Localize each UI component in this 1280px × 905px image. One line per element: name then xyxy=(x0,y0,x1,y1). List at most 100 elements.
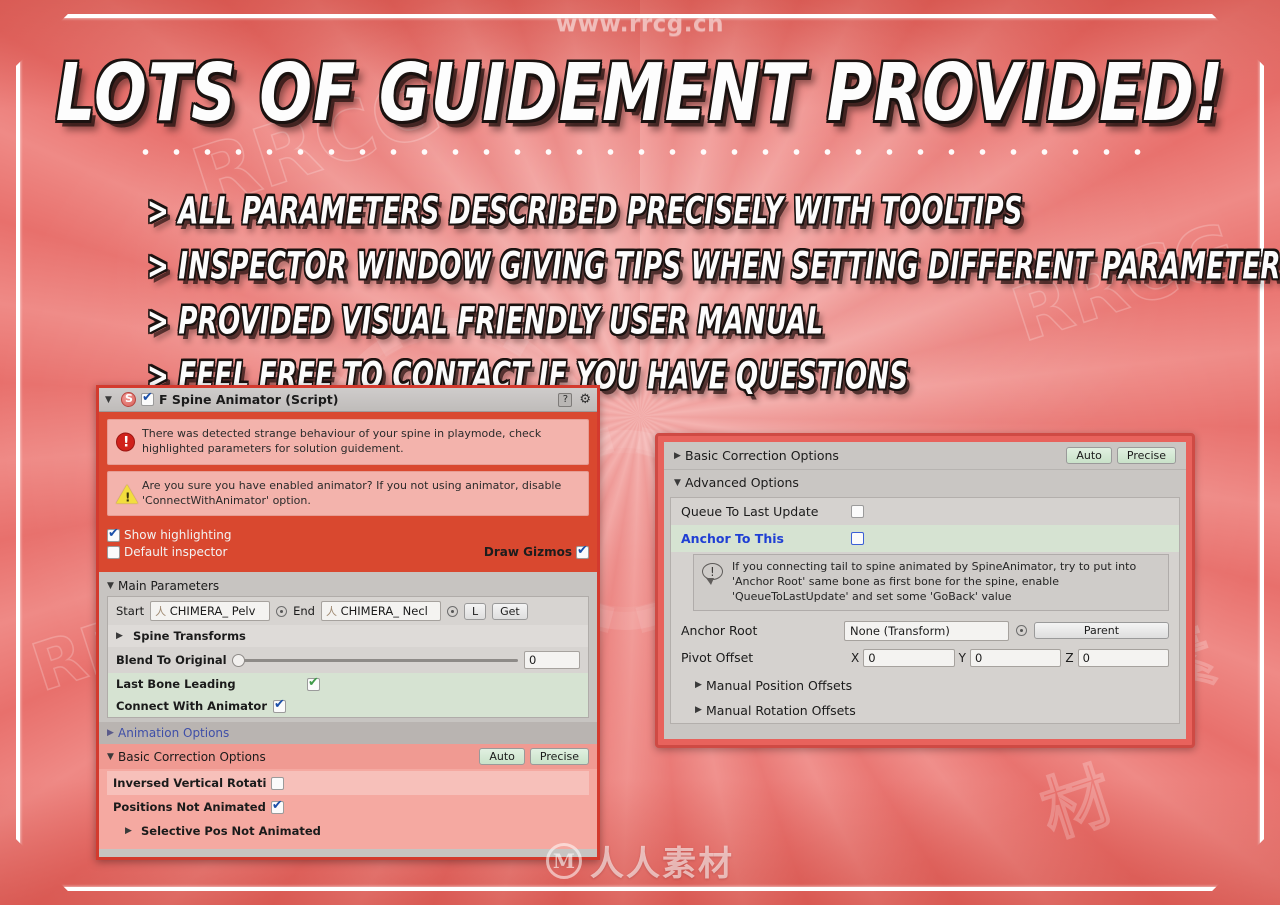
start-value: CHIMERA_ Pelv xyxy=(169,604,256,619)
anchor-root-row[interactable]: Anchor Root None (Transform) Parent xyxy=(671,615,1179,647)
manual-rotation-offsets-label: Manual Rotation Offsets xyxy=(706,702,856,718)
error-icon xyxy=(116,432,135,452)
warning-icon xyxy=(116,484,138,505)
foldout-arrow-icon[interactable]: ▼ xyxy=(107,752,118,762)
script-icon xyxy=(121,392,136,407)
l-button[interactable]: L xyxy=(463,602,487,620)
queue-to-last-update-checkbox[interactable] xyxy=(851,505,864,518)
selective-pos-not-animated-row[interactable]: ▶ Selective Pos Not Animated xyxy=(107,819,589,843)
bullet-item: > PROVIDED VISUAL FRIENDLY USER MANUAL xyxy=(147,300,824,344)
manual-position-offsets-label: Manual Position Offsets xyxy=(706,677,853,693)
advanced-options-group: Queue To Last Update Anchor To This If y… xyxy=(670,497,1180,724)
end-picker-icon[interactable] xyxy=(446,605,458,617)
get-button[interactable]: Get xyxy=(492,602,528,620)
default-inspector-row[interactable]: Default inspector Draw Gizmos xyxy=(107,543,589,560)
foldout-arrow-icon[interactable]: ▼ xyxy=(107,581,118,591)
start-end-row[interactable]: Start 人 CHIMERA_ Pelv End 人 CHIMERA_ Nec… xyxy=(108,597,588,625)
show-highlighting-row[interactable]: Show highlighting xyxy=(107,526,589,542)
right-inspector-panel[interactable]: ▶ Basic Correction Options Auto Precise … xyxy=(655,433,1195,748)
last-bone-leading-row[interactable]: Last Bone Leading xyxy=(108,673,588,696)
blend-to-original-slider[interactable] xyxy=(231,653,518,667)
foldout-arrow-icon[interactable]: ▼ xyxy=(105,395,116,405)
inversed-vertical-rotation-label: Inversed Vertical Rotati xyxy=(113,776,267,791)
default-inspector-checkbox[interactable] xyxy=(107,545,120,559)
right-inspector-content: ▶ Basic Correction Options Auto Precise … xyxy=(664,442,1186,739)
main-parameters-header[interactable]: ▼ Main Parameters xyxy=(99,576,597,596)
left-panel-body: ▼ Main Parameters Start 人 CHIMERA_ Pelv … xyxy=(99,572,597,850)
start-label: Start xyxy=(116,604,145,619)
precise-button[interactable]: Precise xyxy=(529,748,589,766)
start-picker-icon[interactable] xyxy=(276,605,288,617)
bullet-item: > ALL PARAMETERS DESCRIBED PRECISELY WIT… xyxy=(147,190,1023,234)
basic-correction-options-body: Inversed Vertical Rotati Positions Not A… xyxy=(99,769,597,850)
rp-basic-correction-header[interactable]: ▶ Basic Correction Options Auto Precise xyxy=(664,442,1186,469)
inversed-vertical-rotation-checkbox[interactable] xyxy=(271,776,285,790)
foldout-arrow-icon[interactable]: ▶ xyxy=(695,705,706,715)
component-title: F Spine Animator (Script) xyxy=(159,392,339,407)
foldout-arrow-icon[interactable]: ▶ xyxy=(674,451,685,461)
pivot-offset-x-field[interactable]: 0 xyxy=(863,648,955,667)
pivot-offset-label: Pivot Offset xyxy=(681,650,754,666)
foldout-arrow-icon[interactable]: ▼ xyxy=(674,478,685,488)
warning-message-text: Are you sure you have enabled animator? … xyxy=(142,478,562,507)
precise-button[interactable]: Precise xyxy=(1116,447,1176,464)
last-bone-leading-checkbox[interactable] xyxy=(307,675,320,691)
component-enabled-checkbox[interactable] xyxy=(141,390,154,406)
slider-handle[interactable] xyxy=(231,653,245,667)
positions-not-animated-row[interactable]: Positions Not Animated xyxy=(107,795,589,819)
queue-to-last-update-row[interactable]: Queue To Last Update xyxy=(671,498,1179,525)
animation-options-header[interactable]: ▶ Animation Options xyxy=(99,722,597,745)
pivot-offset-z-field[interactable]: 0 xyxy=(1077,648,1169,667)
page-title: LOTS OF GUIDEMENT PROVIDED! xyxy=(55,46,1225,140)
highlighted-warning-zone: There was detected strange behaviour of … xyxy=(99,412,597,573)
foldout-arrow-icon[interactable]: ▶ xyxy=(695,680,706,690)
top-watermark: www.rrcg.cn xyxy=(555,11,725,37)
foldout-arrow-icon[interactable]: ▶ xyxy=(107,728,118,738)
draw-gizmos-label: Draw Gizmos xyxy=(483,545,572,560)
dotted-divider xyxy=(130,148,1150,156)
left-inspector-panel[interactable]: ▼ F Spine Animator (Script) ? ⚙ There wa… xyxy=(96,385,600,860)
foldout-arrow-icon[interactable]: ▶ xyxy=(116,631,127,641)
gear-icon[interactable]: ⚙ xyxy=(579,393,591,406)
basic-correction-options-header[interactable]: ▼ Basic Correction Options Auto Precise xyxy=(99,744,597,770)
start-field[interactable]: 人 CHIMERA_ Pelv xyxy=(150,601,271,622)
connect-with-animator-row[interactable]: Connect With Animator xyxy=(108,695,588,718)
pivot-offset-y-field[interactable]: 0 xyxy=(969,648,1062,667)
show-highlighting-checkbox[interactable] xyxy=(107,526,120,542)
error-message-box: There was detected strange behaviour of … xyxy=(107,419,589,465)
advanced-options-header[interactable]: ▼ Advanced Options xyxy=(664,469,1186,495)
anchor-to-this-label: Anchor To This xyxy=(681,531,784,546)
blend-to-original-value[interactable]: 0 xyxy=(524,651,580,670)
connect-with-animator-checkbox[interactable] xyxy=(273,697,286,713)
pivot-offset-row[interactable]: Pivot Offset X 0 Y 0 Z 0 xyxy=(671,647,1179,673)
last-bone-leading-label: Last Bone Leading xyxy=(116,677,236,692)
advanced-options-title: Advanced Options xyxy=(685,475,799,490)
feature-bullet-list: > ALL PARAMETERS DESCRIBED PRECISELY WIT… xyxy=(147,190,1280,410)
anchor-to-this-row[interactable]: Anchor To This xyxy=(671,525,1179,552)
foldout-arrow-icon[interactable]: ▶ xyxy=(125,826,136,836)
main-parameters-group: Start 人 CHIMERA_ Pelv End 人 CHIMERA_ Nec… xyxy=(107,596,589,719)
auto-button[interactable]: Auto xyxy=(479,748,525,766)
draw-gizmos-checkbox[interactable] xyxy=(576,543,589,559)
anchor-root-picker-icon[interactable] xyxy=(1016,625,1027,637)
spine-transforms-row[interactable]: ▶ Spine Transforms xyxy=(108,625,588,648)
manual-rotation-offsets-row[interactable]: ▶ Manual Rotation Offsets xyxy=(671,698,1179,723)
anchor-root-field[interactable]: None (Transform) xyxy=(843,620,1010,641)
parent-button[interactable]: Parent xyxy=(1033,622,1169,640)
end-field[interactable]: 人 CHIMERA_ Necl xyxy=(320,601,441,622)
manual-position-offsets-row[interactable]: ▶ Manual Position Offsets xyxy=(671,673,1179,698)
rp-basic-correction-title: Basic Correction Options xyxy=(685,448,839,463)
pivot-offset-x-label: X xyxy=(851,650,860,665)
component-header[interactable]: ▼ F Spine Animator (Script) ? ⚙ xyxy=(99,388,597,412)
error-message-text: There was detected strange behaviour of … xyxy=(142,427,542,455)
help-icon[interactable]: ? xyxy=(558,392,573,407)
bone-icon: 人 xyxy=(325,605,337,619)
auto-button[interactable]: Auto xyxy=(1066,447,1112,464)
positions-not-animated-checkbox[interactable] xyxy=(270,798,284,814)
inversed-vertical-rotation-row[interactable]: Inversed Vertical Rotati xyxy=(107,771,589,796)
info-bubble-icon xyxy=(702,563,723,585)
selective-pos-not-animated-label: Selective Pos Not Animated xyxy=(141,824,321,839)
anchor-to-this-checkbox[interactable] xyxy=(851,532,864,545)
blend-to-original-row[interactable]: Blend To Original 0 xyxy=(108,647,588,673)
main-parameters-title: Main Parameters xyxy=(118,579,220,594)
